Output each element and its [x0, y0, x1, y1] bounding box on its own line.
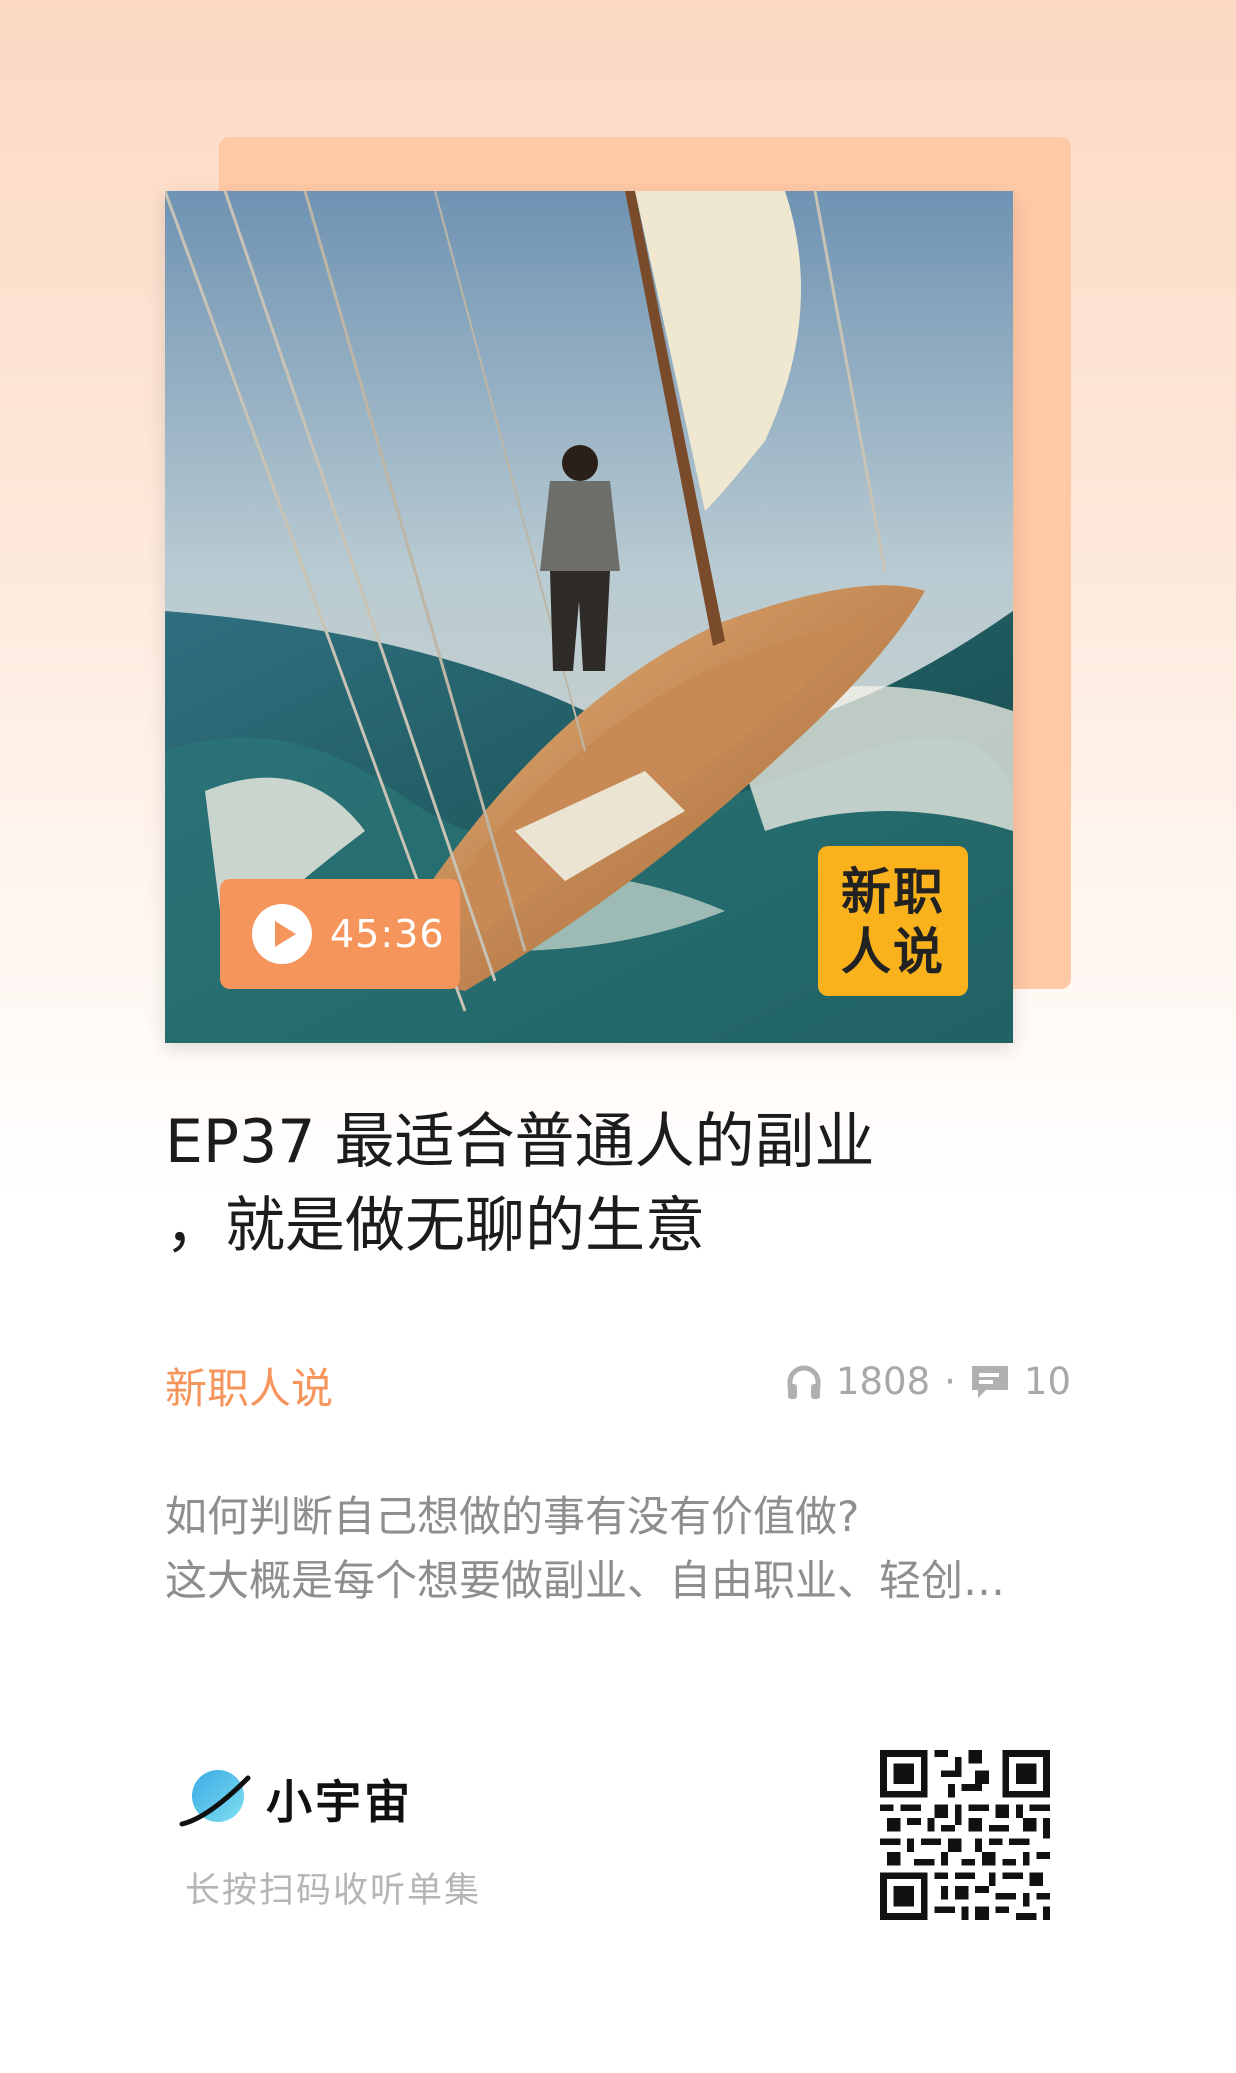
play-icon — [252, 904, 312, 964]
episode-description: 如何判断自己想做的事有没有价值做? 这大概是每个想要做副业、自由职业、轻创… — [165, 1485, 1070, 1613]
badge-line-1: 新职 — [841, 863, 945, 921]
episode-duration: 45:36 — [330, 912, 445, 956]
comment-count: 10 — [1023, 1360, 1071, 1403]
brand-name: 小宇宙 — [266, 1775, 413, 1829]
episode-title-line-1: EP37 最适合普通人的副业 — [165, 1107, 875, 1177]
podcast-logo-badge: 新职 人说 — [818, 846, 968, 996]
description-line-2: 这大概是每个想要做副业、自由职业、轻创… — [165, 1556, 1006, 1605]
headphones-icon — [787, 1365, 821, 1399]
planet-icon — [179, 1770, 251, 1827]
episode-stats: 1808 · 10 — [784, 1360, 1071, 1403]
episode-cover[interactable]: 45:36 新职 人说 — [165, 191, 1013, 1043]
episode-title: EP37 最适合普通人的副业 ，就是做无聊的生意 — [165, 1100, 965, 1268]
description-line-1: 如何判断自己想做的事有没有价值做? — [165, 1492, 860, 1541]
episode-title-line-2: ，就是做无聊的生意 — [165, 1191, 705, 1261]
comment-icon — [971, 1365, 1008, 1398]
brand-logo: 小宇宙 — [178, 1762, 413, 1836]
listen-count: 1808 — [835, 1360, 931, 1403]
podcast-channel-name[interactable]: 新职人说 — [165, 1355, 333, 1416]
play-button[interactable]: 45:36 — [220, 879, 460, 989]
scan-hint: 长按扫码收听单集 — [185, 1871, 482, 1911]
qr-code[interactable] — [880, 1750, 1050, 1920]
stats-separator: · — [944, 1360, 956, 1403]
badge-line-2: 人说 — [841, 923, 945, 981]
